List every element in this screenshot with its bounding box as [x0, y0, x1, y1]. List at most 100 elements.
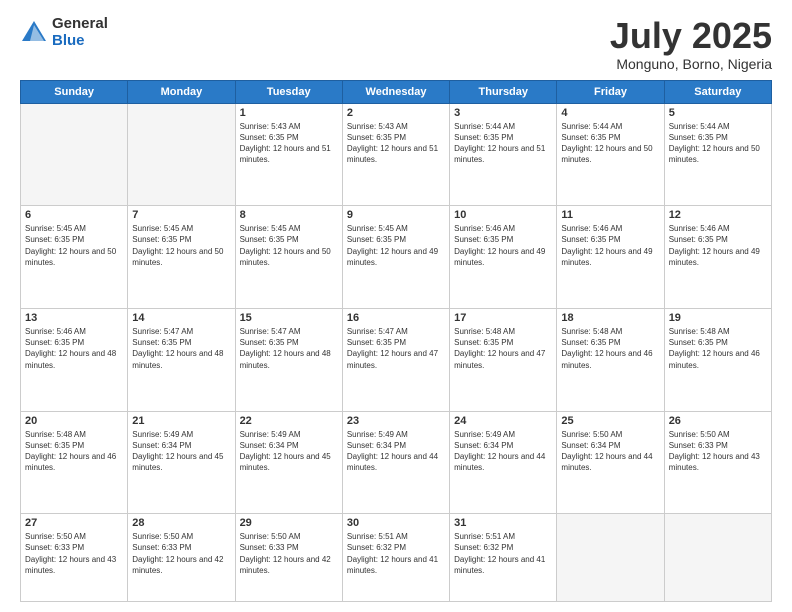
table-row: 9 Sunrise: 5:45 AM Sunset: 6:35 PM Daylig… — [342, 206, 449, 309]
table-row: 6Sunrise: 5:45 AM Sunset: 6:35 PM Daylig… — [21, 206, 128, 309]
day-info: Sunrise: 5:46 AM Sunset: 6:35 PM Dayligh… — [25, 326, 123, 371]
day-number: 4 — [561, 107, 659, 119]
day-number: 16 — [347, 312, 445, 324]
table-row: 13 Sunrise: 5:46 AM Sunset: 6:35 PM Dayli… — [21, 308, 128, 411]
day-info: Sunrise: 5:47 AM Sunset: 6:35 PM Dayligh… — [132, 326, 230, 371]
day-number: 14 — [132, 312, 230, 324]
day-number: 7 — [132, 209, 230, 221]
calendar-week-row: 1 Sunrise: 5:43 AM Sunset: 6:35 PM Daylig… — [21, 103, 772, 206]
calendar-header-row: Sunday Monday Tuesday Wednesday Thursday… — [21, 80, 772, 103]
logo-icon — [20, 19, 48, 47]
day-number: 23 — [347, 415, 445, 427]
day-number: 19 — [669, 312, 767, 324]
logo-text: General Blue — [52, 16, 108, 49]
calendar-week-row: 13 Sunrise: 5:46 AM Sunset: 6:35 PM Dayli… — [21, 308, 772, 411]
col-sunday: Sunday — [21, 80, 128, 103]
table-row: 7 Sunrise: 5:45 AM Sunset: 6:35 PM Daylig… — [128, 206, 235, 309]
header: General Blue July 2025 Monguno, Borno, N… — [20, 16, 772, 72]
table-row: 26 Sunrise: 5:50 AM Sunset: 6:33 PM Dayli… — [664, 411, 771, 514]
day-info: Sunrise: 5:49 AM Sunset: 6:34 PM Dayligh… — [454, 429, 552, 474]
day-number: 27 — [25, 517, 123, 529]
day-number: 29 — [240, 517, 338, 529]
col-wednesday: Wednesday — [342, 80, 449, 103]
day-info: Sunrise: 5:46 AM Sunset: 6:35 PM Dayligh… — [561, 223, 659, 268]
day-number: 18 — [561, 312, 659, 324]
calendar-table: Sunday Monday Tuesday Wednesday Thursday… — [20, 80, 772, 602]
day-number: 1 — [240, 107, 338, 119]
day-info: Sunrise: 5:48 AM Sunset: 6:35 PM Dayligh… — [669, 326, 767, 371]
month-title: July 2025 — [610, 16, 772, 56]
table-row: 20Sunrise: 5:48 AM Sunset: 6:35 PM Dayli… — [21, 411, 128, 514]
day-info: Sunrise: 5:46 AM Sunset: 6:35 PM Dayligh… — [669, 223, 767, 268]
day-info: Sunrise: 5:50 AM Sunset: 6:33 PM Dayligh… — [132, 531, 230, 576]
day-info: Sunrise: 5:45 AM Sunset: 6:35 PM Dayligh… — [347, 223, 445, 268]
day-number: 15 — [240, 312, 338, 324]
day-info: Sunrise: 5:50 AM Sunset: 6:33 PM Dayligh… — [669, 429, 767, 474]
day-info: Sunrise: 5:49 AM Sunset: 6:34 PM Dayligh… — [347, 429, 445, 474]
day-number: 30 — [347, 517, 445, 529]
calendar-week-row: 27 Sunrise: 5:50 AM Sunset: 6:33 PM Dayli… — [21, 514, 772, 602]
table-row: 22 Sunrise: 5:49 AM Sunset: 6:34 PM Dayli… — [235, 411, 342, 514]
table-row: 16 Sunrise: 5:47 AM Sunset: 6:35 PM Dayli… — [342, 308, 449, 411]
logo-general-text: General — [52, 16, 108, 33]
col-friday: Friday — [557, 80, 664, 103]
table-row: 14 Sunrise: 5:47 AM Sunset: 6:35 PM Dayli… — [128, 308, 235, 411]
table-row: 4 Sunrise: 5:44 AM Sunset: 6:35 PM Daylig… — [557, 103, 664, 206]
logo-blue-text: Blue — [52, 33, 108, 50]
day-info: Sunrise: 5:44 AM Sunset: 6:35 PM Dayligh… — [669, 121, 767, 166]
page: General Blue July 2025 Monguno, Borno, N… — [0, 0, 792, 612]
table-row: 5 Sunrise: 5:44 AM Sunset: 6:35 PM Daylig… — [664, 103, 771, 206]
location: Monguno, Borno, Nigeria — [610, 56, 772, 72]
day-number: 26 — [669, 415, 767, 427]
table-row: 1 Sunrise: 5:43 AM Sunset: 6:35 PM Daylig… — [235, 103, 342, 206]
table-row: 19 Sunrise: 5:48 AM Sunset: 6:35 PM Dayli… — [664, 308, 771, 411]
table-row: 21Sunrise: 5:49 AM Sunset: 6:34 PM Dayli… — [128, 411, 235, 514]
day-number: 17 — [454, 312, 552, 324]
col-thursday: Thursday — [450, 80, 557, 103]
day-number: 3 — [454, 107, 552, 119]
col-saturday: Saturday — [664, 80, 771, 103]
day-info: Sunrise: 5:47 AM Sunset: 6:35 PM Dayligh… — [347, 326, 445, 371]
table-row: 24Sunrise: 5:49 AM Sunset: 6:34 PM Dayli… — [450, 411, 557, 514]
day-number: 6 — [25, 209, 123, 221]
day-info: Sunrise: 5:51 AM Sunset: 6:32 PM Dayligh… — [347, 531, 445, 576]
table-row: 2Sunrise: 5:43 AM Sunset: 6:35 PM Daylig… — [342, 103, 449, 206]
day-number: 11 — [561, 209, 659, 221]
day-info: Sunrise: 5:50 AM Sunset: 6:33 PM Dayligh… — [240, 531, 338, 576]
day-info: Sunrise: 5:43 AM Sunset: 6:35 PM Dayligh… — [240, 121, 338, 166]
table-row: 10 Sunrise: 5:46 AM Sunset: 6:35 PM Dayli… — [450, 206, 557, 309]
day-info: Sunrise: 5:44 AM Sunset: 6:35 PM Dayligh… — [561, 121, 659, 166]
day-number: 12 — [669, 209, 767, 221]
day-info: Sunrise: 5:47 AM Sunset: 6:35 PM Dayligh… — [240, 326, 338, 371]
table-row: 25 Sunrise: 5:50 AM Sunset: 6:34 PM Dayli… — [557, 411, 664, 514]
table-row: 3Sunrise: 5:44 AM Sunset: 6:35 PM Daylig… — [450, 103, 557, 206]
day-info: Sunrise: 5:48 AM Sunset: 6:35 PM Dayligh… — [561, 326, 659, 371]
table-row: 30 Sunrise: 5:51 AM Sunset: 6:32 PM Dayli… — [342, 514, 449, 602]
day-number: 5 — [669, 107, 767, 119]
day-number: 9 — [347, 209, 445, 221]
table-row: 11 Sunrise: 5:46 AM Sunset: 6:35 PM Dayli… — [557, 206, 664, 309]
day-info: Sunrise: 5:43 AM Sunset: 6:35 PM Dayligh… — [347, 121, 445, 166]
day-info: Sunrise: 5:45 AM Sunset: 6:35 PM Dayligh… — [240, 223, 338, 268]
col-tuesday: Tuesday — [235, 80, 342, 103]
col-monday: Monday — [128, 80, 235, 103]
day-info: Sunrise: 5:50 AM Sunset: 6:33 PM Dayligh… — [25, 531, 123, 576]
day-number: 22 — [240, 415, 338, 427]
title-block: July 2025 Monguno, Borno, Nigeria — [610, 16, 772, 72]
day-info: Sunrise: 5:46 AM Sunset: 6:35 PM Dayligh… — [454, 223, 552, 268]
table-row: 17Sunrise: 5:48 AM Sunset: 6:35 PM Dayli… — [450, 308, 557, 411]
day-info: Sunrise: 5:49 AM Sunset: 6:34 PM Dayligh… — [240, 429, 338, 474]
day-number: 13 — [25, 312, 123, 324]
day-number: 31 — [454, 517, 552, 529]
table-row — [557, 514, 664, 602]
day-info: Sunrise: 5:50 AM Sunset: 6:34 PM Dayligh… — [561, 429, 659, 474]
day-info: Sunrise: 5:45 AM Sunset: 6:35 PM Dayligh… — [132, 223, 230, 268]
day-number: 28 — [132, 517, 230, 529]
day-number: 25 — [561, 415, 659, 427]
day-number: 10 — [454, 209, 552, 221]
table-row: 18 Sunrise: 5:48 AM Sunset: 6:35 PM Dayli… — [557, 308, 664, 411]
day-number: 8 — [240, 209, 338, 221]
day-info: Sunrise: 5:48 AM Sunset: 6:35 PM Dayligh… — [25, 429, 123, 474]
table-row: 15 Sunrise: 5:47 AM Sunset: 6:35 PM Dayli… — [235, 308, 342, 411]
table-row: 12 Sunrise: 5:46 AM Sunset: 6:35 PM Dayli… — [664, 206, 771, 309]
